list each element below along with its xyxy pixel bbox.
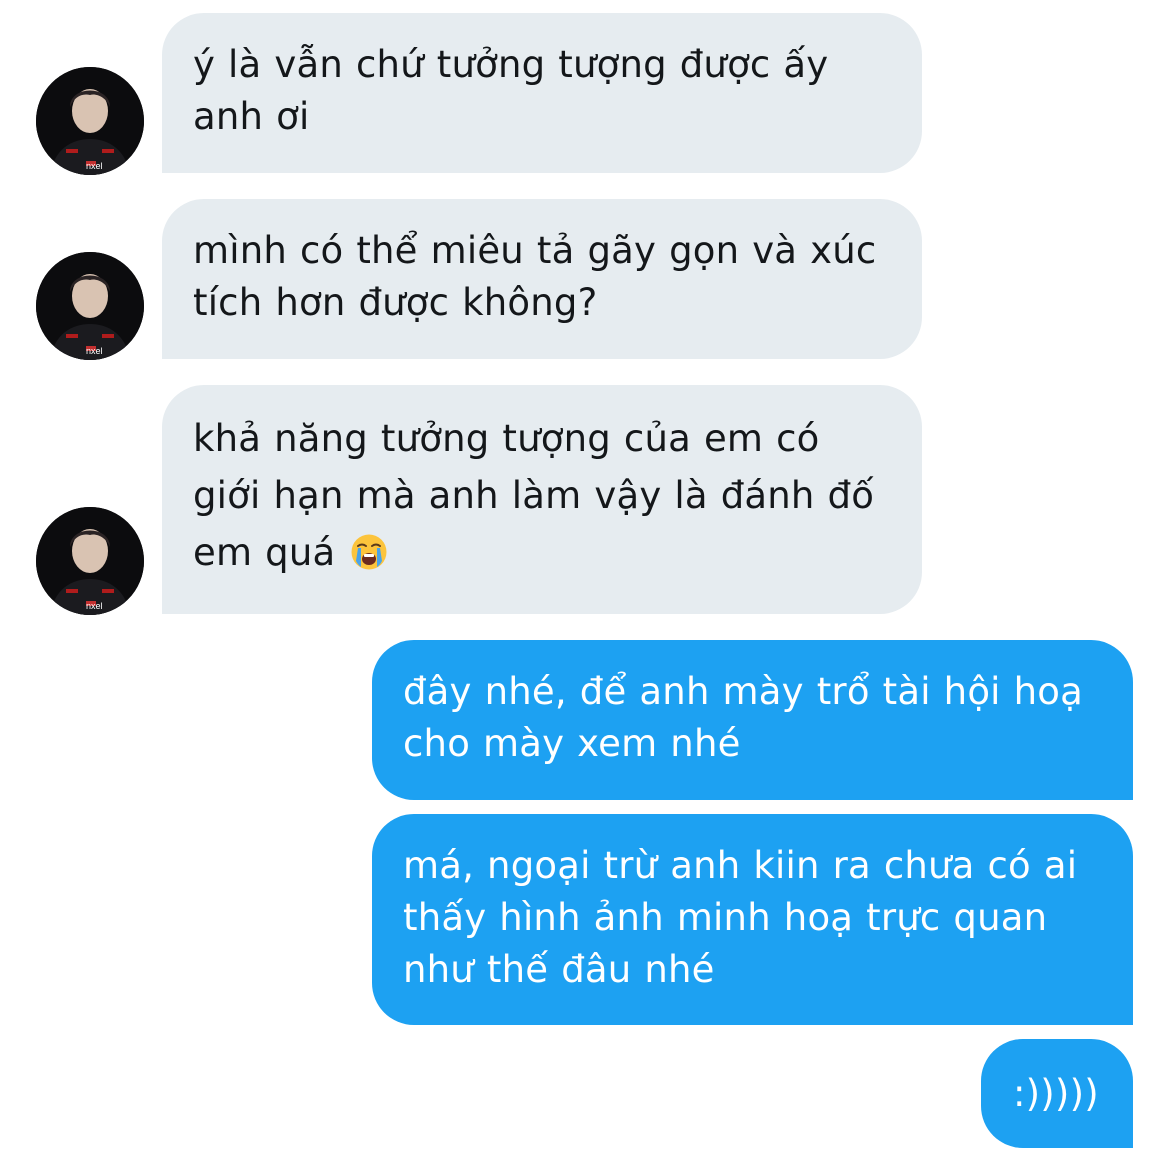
loudly-crying-face-icon [350,530,388,587]
incoming-message-bubble[interactable]: khả năng tưởng tượng của em có giới hạn … [162,385,922,614]
avatar-photo-icon [36,252,144,360]
avatar-photo-icon [36,507,144,615]
avatar-shirt-text: nxel [86,161,103,171]
outgoing-message-bubble[interactable]: đây nhé, để anh mày trổ tài hội hoạ cho … [372,640,1133,800]
outgoing-message-bubble[interactable]: má, ngoại trừ anh kiin ra chưa có ai thấ… [372,814,1133,1025]
sender-avatar[interactable]: nxel [36,252,144,360]
message-text: mình có thể miêu tả gãy gọn và xúc tích … [193,229,877,324]
avatar-photo-icon [36,67,144,175]
message-text: đây nhé, để anh mày trổ tài hội hoạ cho … [403,670,1083,765]
outgoing-message-bubble[interactable]: :))))) [981,1039,1133,1148]
message-text: ý là vẫn chứ tưởng tượng được ấy anh ơi [193,43,829,138]
message-text: :))))) [1013,1072,1099,1115]
message-text: khả năng tưởng tượng của em có giới hạn … [193,417,875,574]
sender-avatar[interactable]: nxel [36,67,144,175]
message-text: má, ngoại trừ anh kiin ra chưa có ai thấ… [403,844,1078,991]
avatar-shirt-text: nxel [86,601,103,611]
incoming-message-bubble[interactable]: mình có thể miêu tả gãy gọn và xúc tích … [162,199,922,359]
sender-avatar[interactable]: nxel [36,507,144,615]
avatar-shirt-text: nxel [86,346,103,356]
incoming-message-bubble[interactable]: ý là vẫn chứ tưởng tượng được ấy anh ơi [162,13,922,173]
